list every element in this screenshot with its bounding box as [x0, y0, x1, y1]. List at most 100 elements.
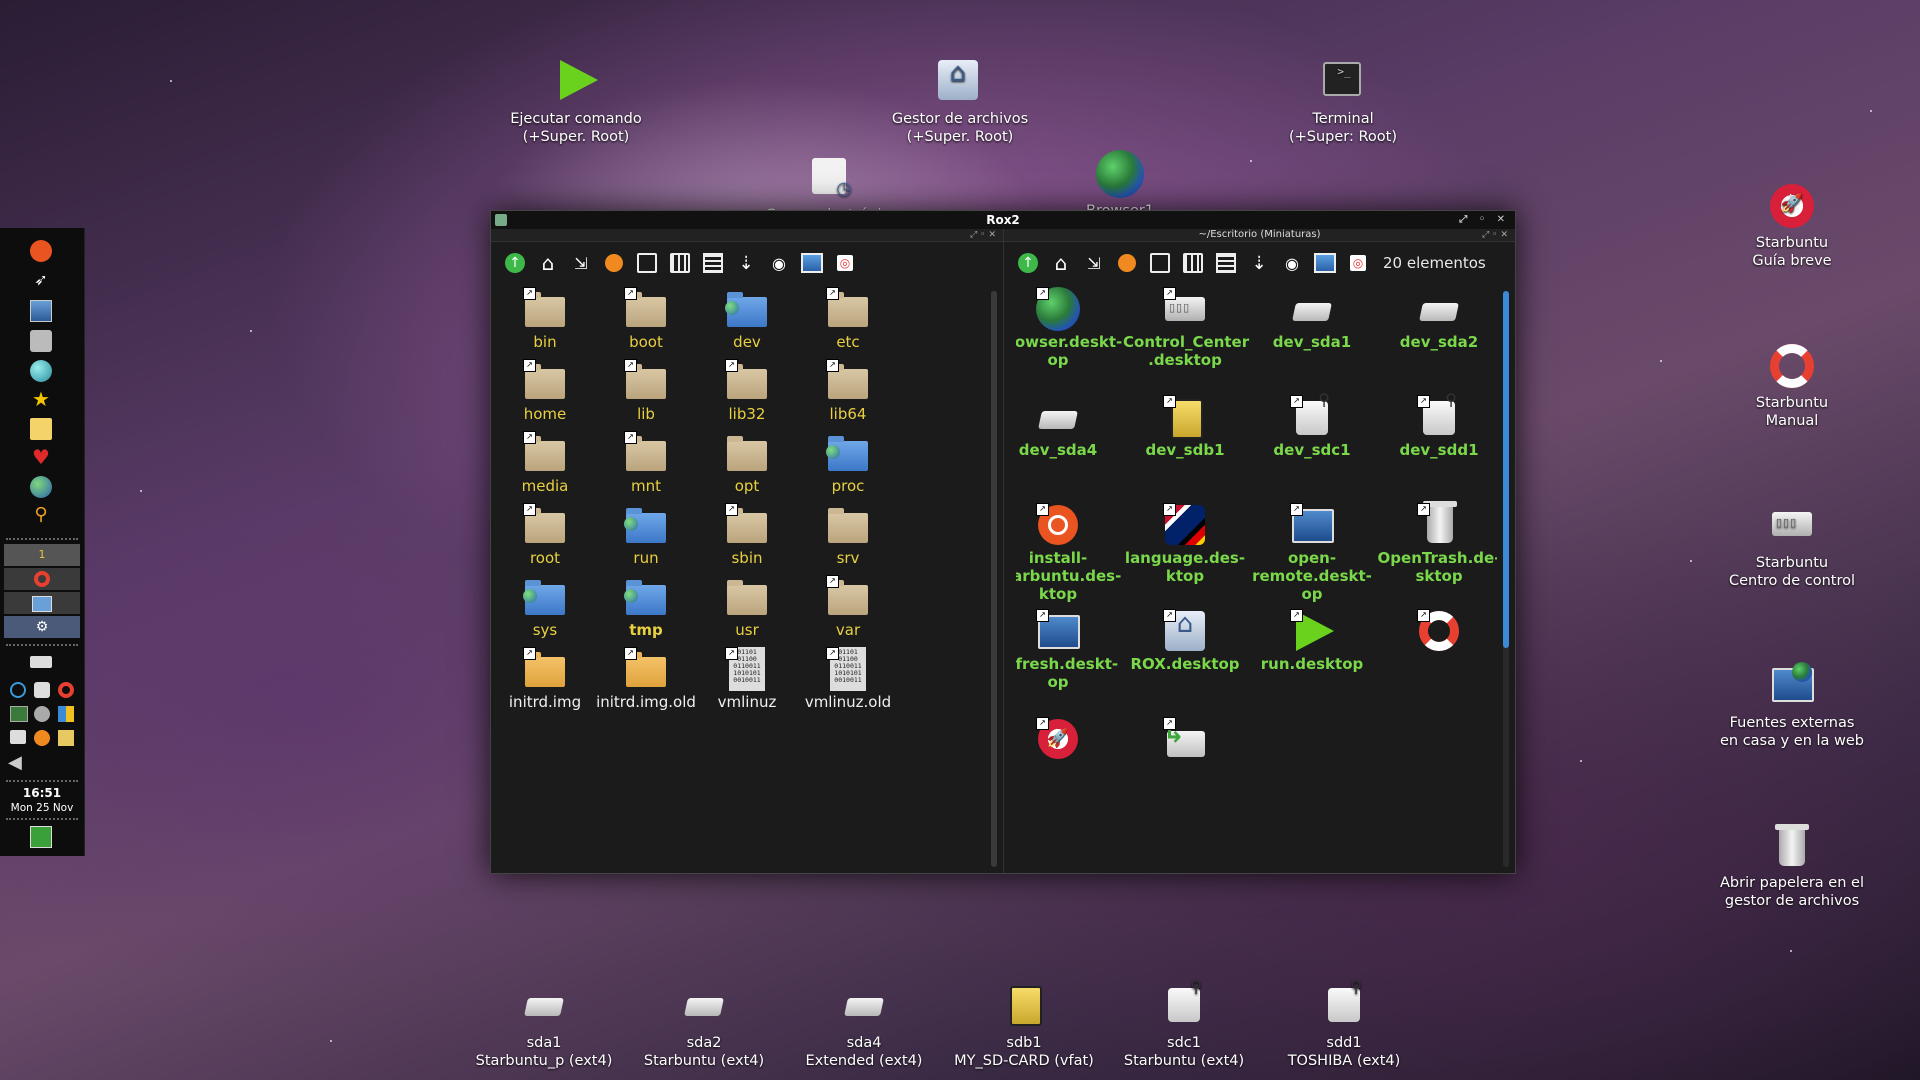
desktop-control-center[interactable]: Starbuntu Centro de control — [1697, 502, 1887, 590]
file-item[interactable]: ↗ dev_sdb1 — [1123, 395, 1247, 459]
file-item[interactable]: srv — [786, 503, 910, 567]
details-button[interactable] — [1214, 251, 1238, 275]
hidden-files-button[interactable]: ◉ — [767, 251, 791, 275]
desktop-starbuntu-guide[interactable]: Starbuntu Guía breve — [1697, 182, 1887, 270]
desktop-remote-sources[interactable]: Fuentes externas en casa y en la web — [1697, 662, 1887, 750]
file-item[interactable]: ↗ open- remote.deskt- op — [1250, 503, 1374, 603]
desktop-terminal[interactable]: >_ Terminal (+Super: Root) — [1248, 58, 1438, 146]
screenshot-icon[interactable] — [30, 300, 52, 322]
apps-icon[interactable] — [58, 706, 74, 722]
note-icon[interactable] — [30, 418, 52, 440]
details-button[interactable] — [701, 251, 725, 275]
window-controls[interactable]: ⤢ ◦ ✕ — [1459, 211, 1509, 229]
sort-button[interactable]: ⇣ — [734, 251, 758, 275]
home-button[interactable]: ⌂ — [1049, 251, 1073, 275]
globe-icon — [1096, 150, 1144, 198]
monitor-icon[interactable] — [10, 706, 28, 722]
clock-date[interactable]: Mon 25 Nov — [0, 802, 84, 814]
print-icon[interactable] — [10, 730, 26, 744]
keyboard-icon[interactable] — [30, 656, 52, 668]
help-button[interactable]: ◎ — [833, 251, 857, 275]
file-item[interactable]: ↗ — [1123, 717, 1247, 763]
printer-icon[interactable] — [30, 330, 52, 352]
file-item[interactable]: ↗ — [1377, 609, 1497, 655]
ubuntu-launcher-icon[interactable] — [30, 240, 52, 262]
rocket-launcher-icon[interactable]: ➶ — [30, 270, 52, 292]
pane-controls[interactable]: ⤢◦✕ — [970, 229, 999, 241]
camera-icon[interactable] — [34, 706, 50, 722]
file-item[interactable]: ↗ language.des- ktop — [1123, 503, 1247, 585]
desktop-file-manager[interactable]: Gestor de archivos (+Super. Root) — [865, 58, 1055, 146]
network-icon[interactable] — [10, 682, 26, 698]
file-item[interactable]: ↗ lib64 — [786, 359, 910, 423]
help-icon[interactable] — [58, 682, 74, 698]
window-titlebar[interactable]: Rox2 ⤢ ◦ ✕ — [491, 211, 1515, 229]
right-scrollbar[interactable] — [1503, 291, 1509, 867]
workspace-4[interactable]: ⚙ — [4, 616, 80, 638]
file-item[interactable]: ↗ — [1016, 717, 1120, 763]
workspace-2[interactable] — [4, 568, 80, 590]
workspace-1[interactable]: 1 — [4, 544, 80, 566]
desktop-open-trash[interactable]: Abrir papelera en el gestor de archivos — [1697, 822, 1887, 910]
volume-icon[interactable]: ◀ — [8, 754, 22, 772]
scale-button[interactable] — [1115, 251, 1139, 275]
clock-time[interactable]: 16:51 — [0, 786, 84, 800]
file-item[interactable]: ↗ OpenTrash.de- sktop — [1377, 501, 1497, 585]
up-button[interactable]: ↑ — [1016, 251, 1040, 275]
window-menu-icon[interactable] — [495, 214, 507, 226]
left-scrollbar[interactable] — [991, 291, 997, 867]
file-item[interactable]: ↗ etc — [786, 287, 910, 351]
thumbnails-button[interactable] — [1313, 251, 1337, 275]
earth-icon[interactable] — [30, 476, 52, 498]
file-item[interactable]: 01101 01100 0110011 1010101 0010011 ↗ vmli… — [786, 647, 910, 711]
symlink-badge-icon: ↗ — [1290, 503, 1303, 516]
desktop-run-command[interactable]: Ejecutar comando (+Super. Root) — [481, 58, 671, 146]
file-item[interactable]: dev_sda4 — [1016, 395, 1120, 459]
copy-icon[interactable] — [58, 730, 74, 746]
scale-button[interactable] — [602, 251, 626, 275]
drive-icon — [840, 982, 888, 1030]
file-item[interactable]: ↗ ROX.desktop — [1123, 609, 1247, 673]
small-icons-button[interactable] — [1181, 251, 1205, 275]
logout-icon[interactable] — [30, 826, 52, 848]
file-item[interactable]: ↗ Browser.deskt- op — [1016, 287, 1122, 369]
pane-controls[interactable]: ⤢◦✕ — [1482, 229, 1511, 241]
file-item[interactable]: ↗ Control_Center .desktop — [1123, 287, 1249, 369]
mount-folder-icon — [624, 503, 668, 547]
sort-button[interactable]: ⇣ — [1247, 251, 1271, 275]
hidden-files-button[interactable]: ◉ — [1280, 251, 1304, 275]
file-item[interactable]: ↗ dev_sdd1 — [1377, 391, 1497, 459]
up-button[interactable]: ↑ — [503, 251, 527, 275]
lifering-icon — [1768, 342, 1816, 390]
file-item[interactable]: ↗ var — [786, 575, 910, 639]
chat-icon[interactable] — [34, 682, 50, 698]
thumbnails-button[interactable] — [800, 251, 824, 275]
small-icons-button[interactable] — [668, 251, 692, 275]
file-item[interactable]: ↗ install- starbuntu.des- ktop — [1016, 503, 1121, 603]
bookmarks-button[interactable]: ⇲ — [1082, 251, 1106, 275]
workspace-3[interactable] — [4, 592, 80, 614]
ubuntu-small-icon[interactable] — [34, 730, 50, 746]
file-name: dev_sdb1 — [1145, 441, 1225, 459]
file-item[interactable]: ↗ dev_sdc1 — [1250, 391, 1374, 459]
small-icons-icon — [1183, 253, 1203, 273]
file-item[interactable]: dev_sda2 — [1377, 287, 1497, 351]
symlink-badge-icon: ↗ — [826, 359, 839, 372]
help-button[interactable]: ◎ — [1346, 251, 1370, 275]
bookmarks-button[interactable]: ⇲ — [569, 251, 593, 275]
help-icon: ◎ — [837, 255, 853, 271]
home-button[interactable]: ⌂ — [536, 251, 560, 275]
large-icons-button[interactable] — [635, 251, 659, 275]
large-icons-button[interactable] — [1148, 251, 1172, 275]
file-item[interactable]: ↗ run.desktop — [1250, 609, 1374, 673]
desktop-starbuntu-manual[interactable]: Starbuntu Manual — [1697, 342, 1887, 430]
desktop-drive-sdd1[interactable]: sdd1 TOSHIBA (ext4) — [1249, 978, 1439, 1070]
details-icon — [703, 253, 723, 273]
heart-icon[interactable]: ♥ — [30, 446, 52, 468]
globe-launcher-icon[interactable] — [30, 360, 52, 382]
file-item[interactable]: dev_sda1 — [1250, 287, 1374, 351]
file-item[interactable]: ↗ refresh.deskt- op — [1016, 609, 1120, 691]
search-icon[interactable]: ⚲ — [30, 504, 52, 526]
star-icon[interactable]: ★ — [30, 388, 52, 410]
file-item[interactable]: proc — [786, 431, 910, 495]
